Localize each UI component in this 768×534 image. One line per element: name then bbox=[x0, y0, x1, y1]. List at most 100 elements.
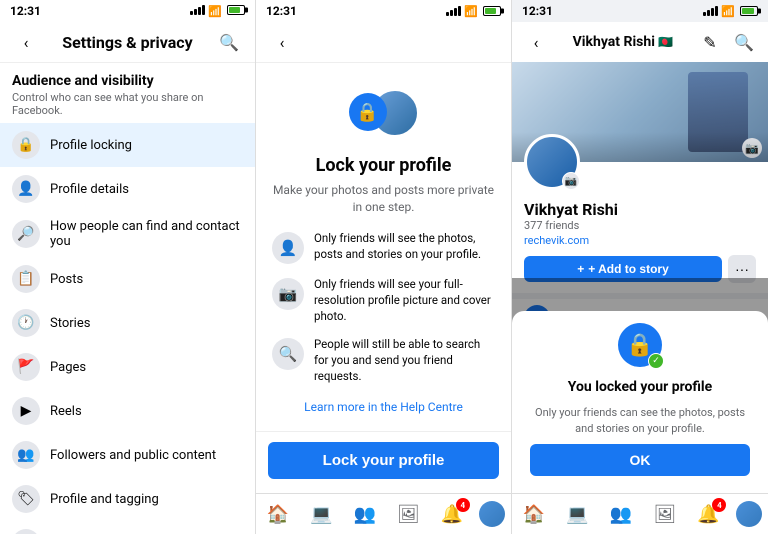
modal-ok-button[interactable]: OK bbox=[530, 444, 750, 476]
menu-item-pages[interactable]: 🚩 Pages bbox=[0, 345, 255, 389]
profile-name: Vikhyat Rishi bbox=[524, 200, 756, 219]
feature-icon-2: 📷 bbox=[272, 278, 304, 310]
feature-text-3: People will still be able to search for … bbox=[314, 336, 495, 384]
pages-icon: 🚩 bbox=[12, 353, 40, 381]
status-icons-1: 📶 bbox=[190, 5, 245, 18]
battery-icon-2 bbox=[483, 6, 501, 16]
feature-text-2: Only friends will see your full-resoluti… bbox=[314, 276, 495, 324]
menu-label-reels: Reels bbox=[50, 404, 82, 419]
menu-label-profile-details: Profile details bbox=[50, 182, 129, 197]
flag-icon: 🇧🇩 bbox=[658, 35, 673, 49]
menu-item-profile-tagging[interactable]: 🏷 Profile and tagging bbox=[0, 477, 255, 521]
signal-icon-3 bbox=[703, 6, 718, 16]
find-contact-icon: 🔎 bbox=[12, 220, 40, 248]
feature-item-1: 👤 Only friends will see the photos, post… bbox=[272, 230, 495, 264]
status-icons-2: 📶 bbox=[446, 5, 501, 18]
signal-icon bbox=[190, 5, 205, 18]
edit-profile-button[interactable]: ✎ bbox=[696, 28, 724, 56]
status-bar-2: 12:31 📶 bbox=[256, 0, 511, 22]
profile-followers: 377 friends bbox=[524, 219, 756, 232]
status-icons-3: 📶 bbox=[703, 5, 758, 18]
profile-section: 📷 Vikhyat Rishi 377 friends rechevik.com… bbox=[512, 162, 768, 293]
panel3-header: ‹ Vikhyat Rishi 🇧🇩 ✎ 🔍 bbox=[512, 22, 768, 62]
menu-item-profile-locking[interactable]: 🔒 Profile locking bbox=[0, 123, 255, 167]
plus-icon: + bbox=[577, 262, 584, 276]
cover-camera-icon[interactable]: 📷 bbox=[742, 138, 762, 158]
modal-shield-icon: 🔒 ✓ bbox=[618, 323, 662, 367]
lock-profile-button[interactable]: Lock your profile bbox=[268, 442, 499, 479]
menu-item-stories[interactable]: 🕐 Stories bbox=[0, 301, 255, 345]
menu-label-stories: Stories bbox=[50, 316, 90, 331]
profile-header-name: Vikhyat Rishi 🇧🇩 bbox=[573, 34, 674, 50]
audience-title: Audience and visibility bbox=[0, 63, 255, 91]
shield-circle: 🔒 bbox=[349, 93, 387, 131]
menu-item-reels[interactable]: ▶ Reels bbox=[0, 389, 255, 433]
lock-subtitle: Make your photos and posts more private … bbox=[272, 182, 495, 216]
nav-notifications-2[interactable]: 🔔 4 bbox=[436, 500, 468, 528]
modal-card: 🔒 ✓ You locked your profile Only your fr… bbox=[512, 311, 768, 496]
modal-description: Only your friends can see the photos, po… bbox=[530, 405, 750, 436]
nav-marketplace-2[interactable]: 🖼 bbox=[392, 500, 424, 528]
menu-item-followers[interactable]: 👥 Followers and public content bbox=[0, 433, 255, 477]
menu-label-profile-locking: Profile locking bbox=[50, 138, 132, 153]
avatar-camera-icon[interactable]: 📷 bbox=[562, 172, 580, 190]
lock-profile-panel: 12:31 📶 ‹ 🔒 Lock your profile Make your … bbox=[256, 0, 512, 534]
bottom-nav-2: 🏠 💻 👥 🖼 🔔 4 bbox=[256, 493, 511, 534]
audience-section: Audience and visibility Control who can … bbox=[0, 63, 255, 123]
notification-badge-2: 4 bbox=[456, 498, 470, 512]
nav-avatar-2[interactable] bbox=[479, 501, 505, 527]
back-button-2[interactable]: ‹ bbox=[268, 28, 296, 56]
blocking-icon: 🚫 bbox=[12, 529, 40, 534]
lock-title: Lock your profile bbox=[316, 155, 452, 176]
nav-friends-3[interactable]: 👥 bbox=[605, 500, 637, 528]
feature-item-3: 🔍 People will still be able to search fo… bbox=[272, 336, 495, 384]
back-button-1[interactable]: ‹ bbox=[12, 28, 40, 56]
nav-marketplace-3[interactable]: 🖼 bbox=[649, 500, 681, 528]
settings-privacy-panel: 12:31 📶 ‹ Settings & privacy 🔍 Audience … bbox=[0, 0, 256, 534]
profile-website: rechevik.com bbox=[524, 234, 756, 247]
time-1: 12:31 bbox=[10, 4, 41, 18]
lock-icon-group: 🔒 bbox=[349, 83, 419, 143]
status-bar-3: 12:31 📶 bbox=[512, 0, 768, 22]
learn-more-link[interactable]: Learn more in the Help Centre bbox=[304, 400, 463, 414]
battery-icon-1 bbox=[225, 5, 245, 18]
feature-icon-1: 👤 bbox=[272, 232, 304, 264]
menu-item-posts[interactable]: 📋 Posts bbox=[0, 257, 255, 301]
feature-icon-3: 🔍 bbox=[272, 338, 304, 370]
modal-overlay: 🔒 ✓ You locked your profile Only your fr… bbox=[512, 278, 768, 496]
notification-badge-3: 4 bbox=[712, 498, 726, 512]
menu-label-find-contact: How people can find and contact you bbox=[50, 219, 243, 249]
avatar-wrapper: 📷 bbox=[524, 134, 580, 190]
search-button-3[interactable]: 🔍 bbox=[730, 28, 758, 56]
time-2: 12:31 bbox=[266, 4, 297, 18]
wifi-icon-2: 📶 bbox=[464, 5, 478, 18]
nav-friends-2[interactable]: 👥 bbox=[349, 500, 381, 528]
feature-item-2: 📷 Only friends will see your full-resolu… bbox=[272, 276, 495, 324]
feature-text-1: Only friends will see the photos, posts … bbox=[314, 230, 495, 262]
reels-icon: ▶ bbox=[12, 397, 40, 425]
nav-home-3[interactable]: 🏠 bbox=[518, 500, 550, 528]
nav-watch-2[interactable]: 💻 bbox=[305, 500, 337, 528]
nav-home-2[interactable]: 🏠 bbox=[262, 500, 294, 528]
back-button-3[interactable]: ‹ bbox=[522, 28, 550, 56]
status-bar-1: 12:31 📶 bbox=[0, 0, 255, 22]
menu-item-blocking[interactable]: 🚫 Blocking bbox=[0, 521, 255, 534]
profile-details-icon: 👤 bbox=[12, 175, 40, 203]
profile-locking-icon: 🔒 bbox=[12, 131, 40, 159]
audience-subtitle: Control who can see what you share on Fa… bbox=[0, 91, 255, 123]
panel1-title: Settings & privacy bbox=[62, 33, 192, 52]
menu-item-find-contact[interactable]: 🔎 How people can find and contact you bbox=[0, 211, 255, 257]
menu-item-profile-details[interactable]: 👤 Profile details bbox=[0, 167, 255, 211]
posts-icon: 📋 bbox=[12, 265, 40, 293]
stories-icon: 🕐 bbox=[12, 309, 40, 337]
menu-label-followers: Followers and public content bbox=[50, 448, 216, 463]
battery-icon-3 bbox=[740, 6, 758, 16]
modal-body: Only your friends can see the photos, po… bbox=[522, 399, 758, 486]
nav-watch-3[interactable]: 💻 bbox=[561, 500, 593, 528]
header-actions: ✎ 🔍 bbox=[696, 28, 758, 56]
nav-avatar-3[interactable] bbox=[736, 501, 762, 527]
panel1-header: ‹ Settings & privacy 🔍 bbox=[0, 22, 255, 63]
time-3: 12:31 bbox=[522, 4, 553, 18]
nav-notifications-3[interactable]: 🔔 4 bbox=[692, 500, 724, 528]
search-button-1[interactable]: 🔍 bbox=[215, 28, 243, 56]
